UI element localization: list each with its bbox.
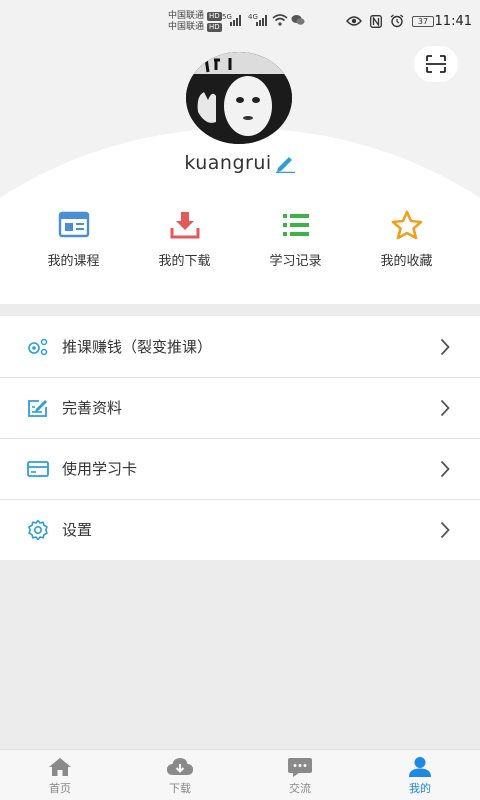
record-icon [282, 214, 309, 236]
menu-item-study-card[interactable]: 使用学习卡 [0, 438, 480, 499]
tab-label: 首页 [49, 782, 71, 795]
menu-item-promote[interactable]: 推课赚钱（裂变推课） [0, 316, 480, 377]
hd-badge: HD [207, 12, 222, 21]
tab-download[interactable]: 下载 [120, 750, 240, 800]
tab-home[interactable]: 首页 [0, 750, 120, 800]
settings-menu: 推课赚钱（裂变推课） 完善资料 使用学习卡 设置 [0, 316, 480, 560]
status-icons: 37 [346, 14, 434, 28]
chevron-right-icon [440, 521, 450, 538]
tab-label: 我的 [409, 782, 431, 795]
tab-label: 交流 [289, 782, 311, 795]
menu-label: 推课赚钱（裂变推课） [62, 338, 213, 356]
bottom-tab-bar: 首页 下载 交流 我的 [0, 749, 480, 800]
cloud-download-icon [167, 758, 193, 775]
shortcut-grid: 我的课程 我的下载 学习记录 我的收藏 [0, 210, 480, 280]
avatar[interactable] [186, 52, 292, 144]
tab-chat[interactable]: 交流 [240, 750, 360, 800]
carrier-2: 中国联通 [168, 22, 205, 32]
shortcut-label: 学习记录 [269, 254, 322, 269]
scan-button[interactable] [414, 46, 458, 82]
shortcut-study-record[interactable]: 学习记录 [240, 210, 351, 280]
shortcut-my-downloads[interactable]: 我的下载 [129, 210, 240, 280]
clock: 11:41 [434, 14, 472, 29]
edit-pencil-icon[interactable] [274, 153, 296, 173]
profile-header: kuangrui 我的课程 我的下载 学习记录 我的收藏 [0, 44, 480, 304]
course-icon [58, 211, 89, 238]
battery-icon: 37 [412, 15, 434, 27]
star-icon [391, 210, 422, 240]
chat-icon [288, 758, 312, 777]
carrier-1: 中国联通 [168, 11, 205, 21]
scan-icon [426, 55, 446, 73]
chevron-right-icon [440, 399, 450, 416]
wechat-icon [291, 15, 305, 25]
tab-mine[interactable]: 我的 [360, 750, 480, 800]
share-icon [26, 335, 50, 359]
menu-label: 设置 [62, 521, 93, 539]
shortcut-label: 我的课程 [47, 254, 100, 269]
shortcut-my-favorites[interactable]: 我的收藏 [351, 210, 462, 280]
shortcut-label: 我的收藏 [380, 254, 433, 269]
menu-item-settings[interactable]: 设置 [0, 499, 480, 560]
chevron-right-icon [440, 460, 450, 477]
menu-label: 使用学习卡 [62, 460, 138, 478]
download-icon [170, 212, 199, 239]
settings-icon [26, 518, 50, 542]
avatar-image [186, 52, 292, 144]
username: kuangrui [184, 152, 272, 174]
carrier-info: 中国联通 HD 中国联通 HD [168, 11, 222, 33]
chevron-right-icon [440, 338, 450, 355]
menu-label: 完善资料 [62, 399, 123, 417]
user-icon [409, 757, 431, 777]
signal-icon [256, 14, 267, 26]
alarm-icon [390, 14, 404, 28]
username-row: kuangrui [0, 152, 480, 174]
card-icon [26, 457, 50, 481]
tab-label: 下载 [169, 782, 191, 795]
edit-profile-icon [26, 396, 50, 420]
signal-icon [230, 14, 241, 26]
wifi-icon [272, 14, 288, 26]
menu-item-complete-profile[interactable]: 完善资料 [0, 377, 480, 438]
status-bar: 中国联通 HD 中国联通 HD 5G 4G 37 11:41 [0, 0, 480, 44]
home-icon [49, 758, 71, 776]
eye-icon [346, 16, 362, 26]
shortcut-label: 我的下载 [158, 254, 211, 269]
shortcut-my-courses[interactable]: 我的课程 [18, 210, 129, 280]
hd-badge: HD [207, 23, 222, 32]
nfc-icon [370, 14, 382, 28]
